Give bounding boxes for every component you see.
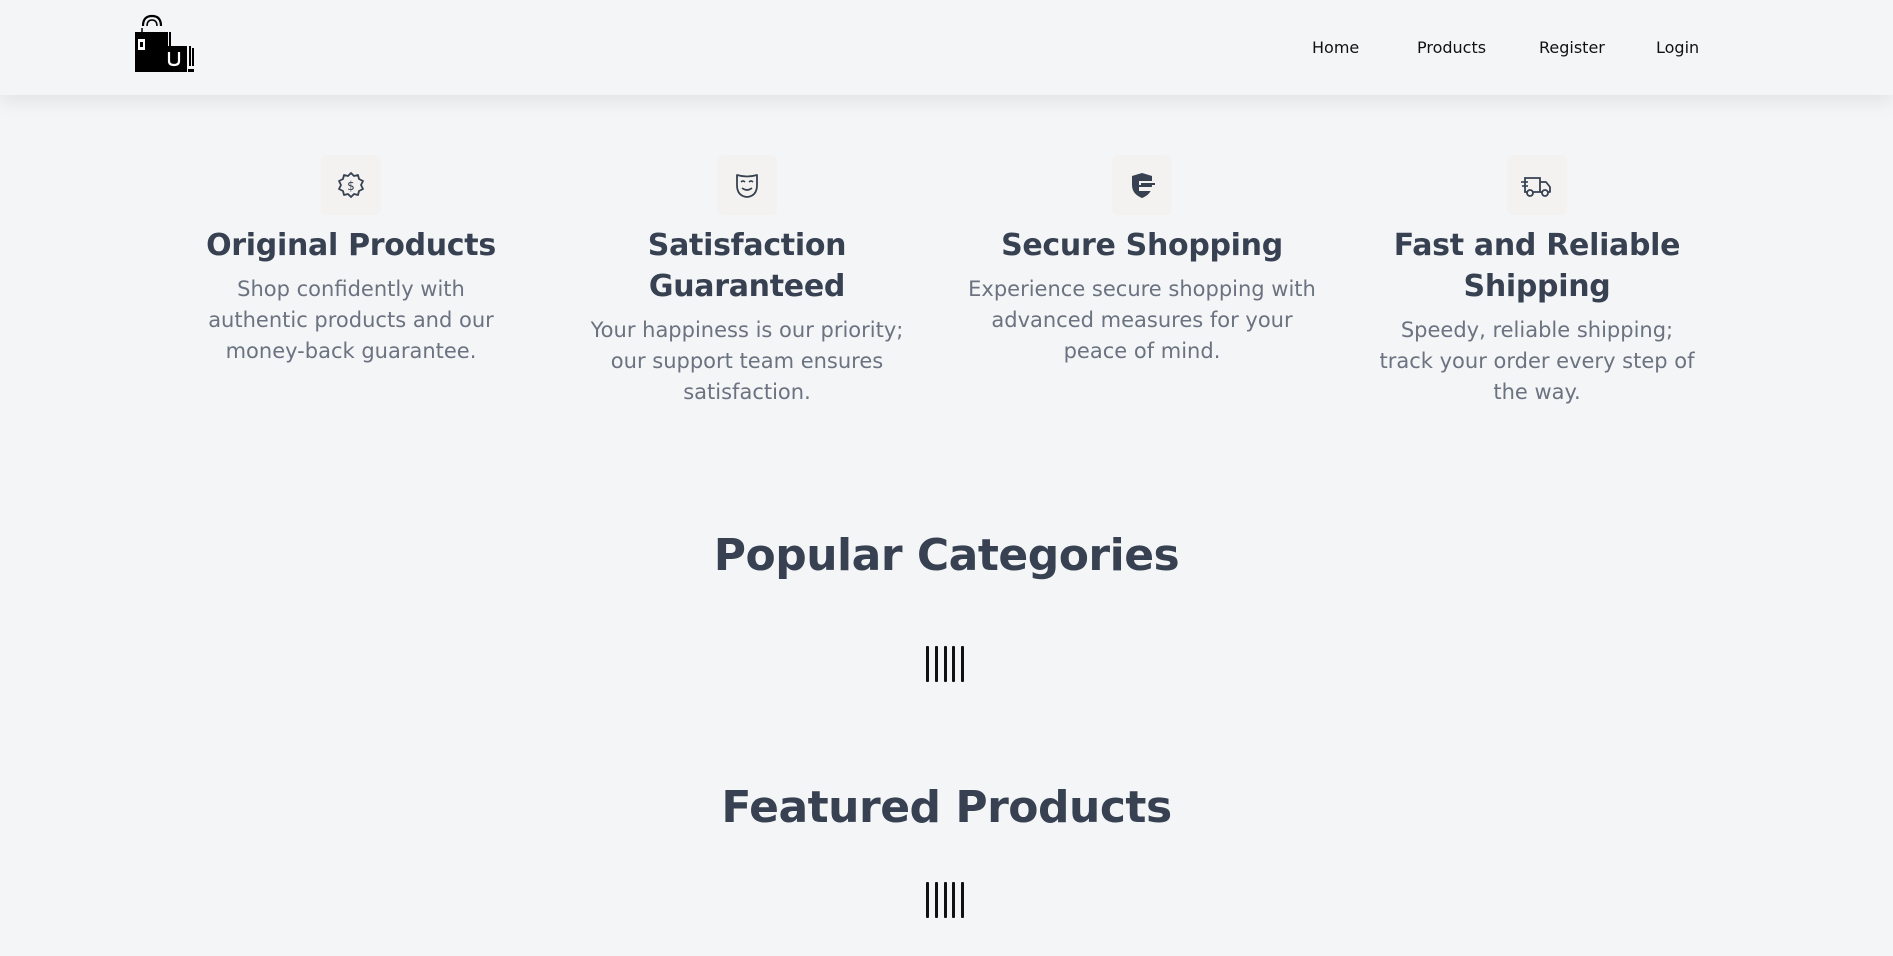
smile-mask-icon xyxy=(736,174,758,198)
loader-bar xyxy=(961,646,964,682)
feature-icon-container xyxy=(1507,155,1567,215)
feature-icon-container xyxy=(717,155,777,215)
nav-link-login[interactable]: Login xyxy=(1656,38,1699,57)
loader-bar xyxy=(961,882,964,918)
svg-text:$: $ xyxy=(347,179,355,193)
feature-icon-container xyxy=(1112,155,1172,215)
nav-link-home[interactable]: Home xyxy=(1312,38,1359,57)
feature-secure-shopping: Secure Shopping Experience secure shoppi… xyxy=(957,155,1327,367)
nav-link-register[interactable]: Register xyxy=(1539,38,1605,57)
feature-title: Secure Shopping xyxy=(1001,228,1283,263)
loading-spinner xyxy=(926,882,964,918)
loader-bar xyxy=(943,882,947,918)
featured-products-heading: Featured Products xyxy=(721,782,1172,833)
loader-bar xyxy=(934,882,938,918)
nav-link-products[interactable]: Products xyxy=(1417,38,1486,57)
popular-categories-heading: Popular Categories xyxy=(713,530,1180,581)
feature-icon-container: $ xyxy=(321,155,381,215)
loader-bar xyxy=(926,646,929,682)
feature-description: Speedy, reliable shipping; track your or… xyxy=(1379,318,1695,404)
feature-title: Original Products xyxy=(206,228,496,263)
feature-original-products: $ Original Products Shop confidently wit… xyxy=(166,155,536,367)
truck-icon xyxy=(1521,177,1551,197)
loader-bar xyxy=(943,646,947,682)
shield-card-icon xyxy=(1132,173,1155,198)
feature-description: Your happiness is our priority; our supp… xyxy=(590,318,904,404)
loader-bar xyxy=(934,646,938,682)
feature-description: Experience secure shopping with advanced… xyxy=(968,277,1316,363)
feature-fast-shipping: Fast and Reliable Shipping Speedy, relia… xyxy=(1352,155,1722,408)
loader-bar xyxy=(926,882,929,918)
loading-spinner xyxy=(926,646,964,682)
feature-title: Satisfaction Guaranteed xyxy=(647,228,847,304)
loader-bar xyxy=(952,882,956,918)
feature-title: Fast and Reliable Shipping xyxy=(1393,228,1681,304)
dollar-badge-icon: $ xyxy=(338,172,364,198)
top-navbar: Home Products Register Login xyxy=(0,0,1893,95)
feature-description: Shop confidently with authentic products… xyxy=(208,277,494,363)
feature-satisfaction-guaranteed: Satisfaction Guaranteed Your happiness i… xyxy=(562,155,932,408)
main-nav: Home Products Register Login xyxy=(0,38,1893,60)
loader-bar xyxy=(952,646,956,682)
